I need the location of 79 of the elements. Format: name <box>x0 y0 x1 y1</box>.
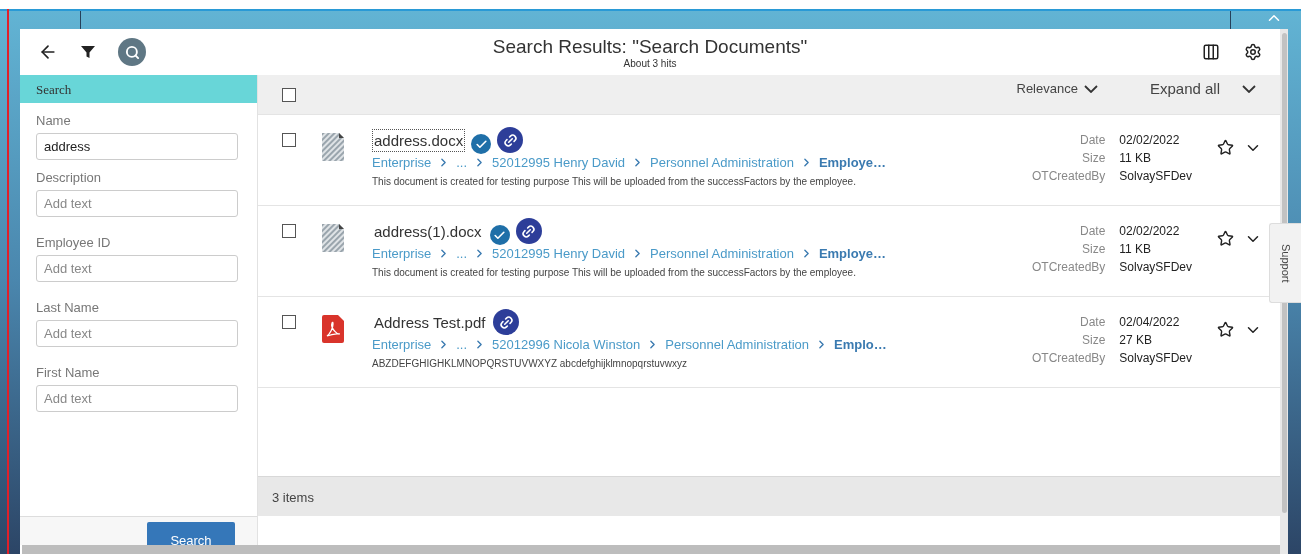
breadcrumb-link[interactable]: Employe… <box>818 246 887 261</box>
breadcrumb-link[interactable]: Enterprise <box>372 337 432 352</box>
link-badge-icon <box>493 309 520 335</box>
meta-label: Date <box>1078 133 1106 147</box>
text-field[interactable]: Add text <box>36 385 238 412</box>
sort-dropdown[interactable]: Relevance <box>1010 80 1104 97</box>
meta-label: Size <box>1081 151 1106 165</box>
meta-value: 02/02/2022 <box>1119 224 1181 238</box>
breadcrumb-link[interactable]: Enterprise <box>372 155 432 170</box>
link-badge-icon <box>515 218 542 244</box>
page-title: Search Results: "Search Documents" <box>492 35 808 58</box>
document-description: This document is created for testing purpose This will be uploaded from the successFactors by the employee. <box>372 176 857 187</box>
breadcrumb-link[interactable]: Personnel Administration <box>650 155 794 170</box>
expand-all-button[interactable]: Expand all <box>1143 79 1262 98</box>
search-submit-button[interactable]: Search <box>147 522 235 545</box>
document-description: ABZDEFGHIGHKLMNOPQRSTUVWXYZ abcdefghijklmnopqrstuvwxyz <box>372 358 689 369</box>
link-badge-icon <box>497 127 524 153</box>
horizontal-scrollbar[interactable] <box>22 545 1280 554</box>
columns-button[interactable] <box>1202 43 1220 61</box>
document-file-icon <box>322 224 344 252</box>
field-label: Name <box>36 113 72 128</box>
meta-label: OTCreatedBy <box>1030 260 1106 274</box>
meta-value: SolvaySFDev <box>1119 169 1194 183</box>
document-name-link[interactable]: Address Test.pdf <box>372 310 488 334</box>
meta-value: SolvaySFDev <box>1119 260 1194 274</box>
text-field[interactable]: address <box>36 133 238 160</box>
settings-button[interactable] <box>1244 43 1262 61</box>
text-field[interactable]: Add text <box>36 320 238 347</box>
breadcrumb-link[interactable]: Personnel Administration <box>650 246 794 261</box>
meta-label: Size <box>1081 333 1106 347</box>
breadcrumb-link[interactable]: 52012995 Henry David <box>492 155 626 170</box>
meta-value: 02/02/2022 <box>1119 133 1181 147</box>
chevron-down-icon <box>1083 84 1098 93</box>
breadcrumb-link[interactable]: 52012996 Nicola Winston <box>492 337 641 352</box>
text-field[interactable]: Add text <box>36 255 238 282</box>
row-checkbox[interactable] <box>282 133 296 147</box>
document-file-icon <box>322 133 344 161</box>
meta-label: Size <box>1081 242 1106 256</box>
search-button[interactable] <box>118 38 146 66</box>
row-checkbox[interactable] <box>282 315 296 329</box>
document-description: This document is created for testing purpose This will be uploaded from the successFactors by the employee. <box>372 267 857 278</box>
chevron-down-icon <box>1242 84 1256 93</box>
breadcrumb-link[interactable]: ... <box>456 246 468 261</box>
meta-value: 11 KB <box>1119 151 1153 165</box>
pdf-file-icon <box>322 315 344 343</box>
meta-label: Date <box>1078 224 1106 238</box>
meta-value: SolvaySFDev <box>1119 351 1194 365</box>
meta-value: 27 KB <box>1119 333 1154 347</box>
field-label: First Name <box>36 365 101 380</box>
row-checkbox[interactable] <box>282 224 296 238</box>
breadcrumb-link[interactable]: ... <box>456 337 468 352</box>
support-tab[interactable]: Support <box>1269 223 1301 303</box>
breadcrumb-link[interactable]: Enterprise <box>372 246 432 261</box>
meta-label: Date <box>1078 315 1106 329</box>
text-field[interactable]: Add text <box>36 190 238 217</box>
meta-label: OTCreatedBy <box>1030 169 1106 183</box>
breadcrumb-link[interactable]: Employe… <box>818 155 887 170</box>
favorite-star-button[interactable] <box>1217 321 1234 338</box>
document-name-link[interactable]: address.docx <box>372 128 466 152</box>
meta-value: 02/04/2022 <box>1119 315 1181 329</box>
breadcrumb-link[interactable]: ... <box>456 155 468 170</box>
breadcrumb-link[interactable]: Personnel Administration <box>665 337 810 352</box>
meta-label: OTCreatedBy <box>1030 351 1106 365</box>
favorite-star-button[interactable] <box>1217 230 1234 247</box>
document-name-link[interactable]: address(1).docx <box>372 219 484 243</box>
search-icon <box>124 44 140 60</box>
field-label: Employee ID <box>36 235 112 250</box>
item-count: 3 items <box>258 476 1280 516</box>
sidebar-title: Search <box>20 75 257 103</box>
favorite-star-button[interactable] <box>1217 139 1234 156</box>
field-label: Description <box>36 170 103 185</box>
select-all-checkbox[interactable] <box>282 87 296 102</box>
meta-value: 11 KB <box>1119 242 1153 256</box>
hits-count: About 3 hits <box>623 57 677 69</box>
field-label: Last Name <box>36 300 100 315</box>
breadcrumb-link[interactable]: Emplo… <box>834 337 887 352</box>
breadcrumb-link[interactable]: 52012995 Henry David <box>492 246 626 261</box>
filter-icon <box>80 44 96 60</box>
filter-button[interactable] <box>80 44 96 60</box>
